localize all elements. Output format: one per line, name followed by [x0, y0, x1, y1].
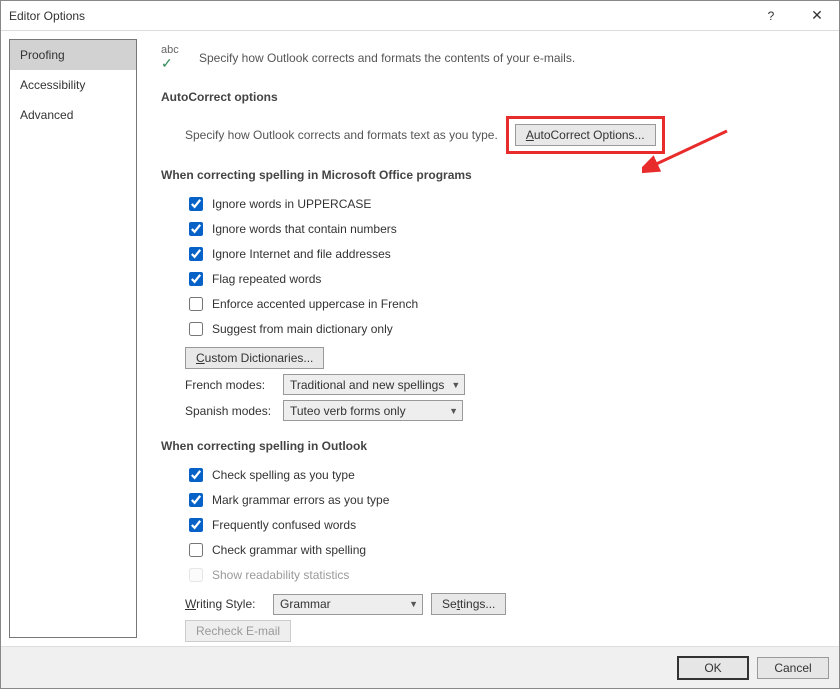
footer: OK Cancel — [1, 646, 839, 688]
sidebar: Proofing Accessibility Advanced — [9, 39, 137, 638]
sidebar-tab-advanced[interactable]: Advanced — [10, 100, 136, 130]
office-check-item: Ignore words that contain numbers — [185, 219, 815, 239]
office-checkbox[interactable] — [189, 247, 203, 261]
titlebar: Editor Options ? ✕ — [1, 1, 839, 31]
checkbox-label: Flag repeated words — [212, 272, 321, 286]
spanish-modes-select[interactable]: Tuteo verb forms only ▼ — [283, 400, 463, 421]
checkbox-label: Check spelling as you type — [212, 468, 355, 482]
checkbox-label: Check grammar with spelling — [212, 543, 366, 557]
checkbox-label: Show readability statistics — [212, 568, 349, 582]
office-check-item: Ignore words in UPPERCASE — [185, 194, 815, 214]
office-check-item: Ignore Internet and file addresses — [185, 244, 815, 264]
office-checkbox[interactable] — [189, 197, 203, 211]
annotation-highlight: AutoCorrect Options... — [506, 116, 665, 154]
intro-text: Specify how Outlook corrects and formats… — [199, 51, 575, 65]
office-check-item: Suggest from main dictionary only — [185, 319, 815, 339]
outlook-checkbox[interactable] — [189, 468, 203, 482]
checkbox-label: Enforce accented uppercase in French — [212, 297, 418, 311]
outlook-check-item: Mark grammar errors as you type — [185, 490, 815, 510]
french-modes-label: French modes: — [185, 378, 275, 392]
recheck-email-button[interactable]: Recheck E-mail — [185, 620, 291, 642]
checkbox-label: Ignore words that contain numbers — [212, 222, 397, 236]
french-modes-row: French modes: Traditional and new spelli… — [185, 374, 815, 395]
checkbox-label: Frequently confused words — [212, 518, 356, 532]
editor-options-window: Editor Options ? ✕ Proofing Accessibilit… — [0, 0, 840, 689]
autocorrect-desc: Specify how Outlook corrects and formats… — [185, 128, 498, 142]
writing-style-select[interactable]: Grammar ▼ — [273, 594, 423, 615]
office-checkbox[interactable] — [189, 297, 203, 311]
chevron-down-icon: ▼ — [449, 406, 458, 416]
office-checkbox[interactable] — [189, 322, 203, 336]
window-title: Editor Options — [9, 9, 85, 23]
chevron-down-icon: ▼ — [451, 380, 460, 390]
close-icon[interactable]: ✕ — [803, 7, 831, 24]
outlook-checkbox[interactable] — [189, 493, 203, 507]
outlook-check-item: Frequently confused words — [185, 515, 815, 535]
outlook-checkbox[interactable] — [189, 518, 203, 532]
office-checkbox[interactable] — [189, 272, 203, 286]
office-check-list: Ignore words in UPPERCASE Ignore words th… — [185, 194, 815, 339]
checkbox-label: Suggest from main dictionary only — [212, 322, 393, 336]
content: abc ✓ Specify how Outlook corrects and f… — [137, 31, 839, 646]
outlook-check-item: Check spelling as you type — [185, 465, 815, 485]
autocorrect-options-button[interactable]: AutoCorrect Options... — [515, 124, 656, 146]
spanish-modes-row: Spanish modes: Tuteo verb forms only ▼ — [185, 400, 815, 421]
office-check-item: Flag repeated words — [185, 269, 815, 289]
outlook-check-item: Check grammar with spelling — [185, 540, 815, 560]
custom-dictionaries-button[interactable]: Custom Dictionaries... — [185, 347, 324, 369]
ok-button[interactable]: OK — [677, 656, 749, 680]
help-icon[interactable]: ? — [757, 9, 785, 23]
outlook-checkbox — [189, 568, 203, 582]
body: Proofing Accessibility Advanced abc ✓ Sp… — [1, 31, 839, 646]
proofing-icon: abc ✓ — [161, 45, 189, 70]
office-check-item: Enforce accented uppercase in French — [185, 294, 815, 314]
cancel-button[interactable]: Cancel — [757, 657, 829, 679]
autocorrect-row: Specify how Outlook corrects and formats… — [185, 116, 815, 154]
sidebar-tab-accessibility[interactable]: Accessibility — [10, 70, 136, 100]
section-outlook-heading: When correcting spelling in Outlook — [161, 439, 815, 453]
writing-style-row: Writing Style: Grammar ▼ Settings... — [185, 593, 815, 615]
office-checkbox[interactable] — [189, 222, 203, 236]
french-modes-select[interactable]: Traditional and new spellings ▼ — [283, 374, 465, 395]
section-office-heading: When correcting spelling in Microsoft Of… — [161, 168, 815, 182]
outlook-checkbox[interactable] — [189, 543, 203, 557]
settings-button[interactable]: Settings... — [431, 593, 506, 615]
checkbox-label: Ignore words in UPPERCASE — [212, 197, 371, 211]
checkbox-label: Ignore Internet and file addresses — [212, 247, 391, 261]
outlook-check-list: Check spelling as you type Mark grammar e… — [185, 465, 815, 585]
section-autocorrect-heading: AutoCorrect options — [161, 90, 815, 104]
spanish-modes-label: Spanish modes: — [185, 404, 275, 418]
sidebar-tab-proofing[interactable]: Proofing — [10, 40, 136, 70]
intro: abc ✓ Specify how Outlook corrects and f… — [161, 45, 815, 70]
checkbox-label: Mark grammar errors as you type — [212, 493, 389, 507]
writing-style-label: Writing Style: — [185, 597, 265, 611]
chevron-down-icon: ▼ — [409, 599, 418, 609]
outlook-check-item: Show readability statistics — [185, 565, 815, 585]
